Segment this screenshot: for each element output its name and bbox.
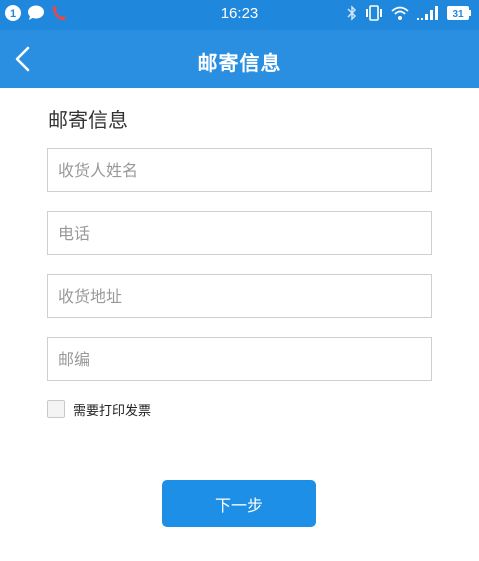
bluetooth-icon: [347, 5, 357, 25]
battery-level: 31: [452, 9, 464, 20]
phone-field-wrapper: [47, 211, 432, 255]
wifi-icon: [391, 5, 409, 25]
invoice-label: 需要打印发票: [73, 403, 152, 419]
next-button[interactable]: 下一步: [162, 480, 316, 527]
phone-input[interactable]: [48, 212, 431, 254]
page-title: 邮寄信息: [197, 51, 282, 75]
status-bar: 1 16:23 31: [0, 0, 479, 30]
recipient-name-input[interactable]: [48, 149, 431, 191]
invoice-option[interactable]: 需要打印发票: [47, 399, 151, 419]
address-input[interactable]: [48, 275, 431, 317]
signal-icon: [417, 5, 439, 25]
vibrate-icon: [365, 5, 383, 25]
status-right-icons: 31: [347, 5, 471, 25]
recipient-name-field-wrapper: [47, 148, 432, 192]
battery-icon: 31: [447, 5, 471, 25]
address-field-wrapper: [47, 274, 432, 318]
postcode-field-wrapper: [47, 337, 432, 381]
section-title: 邮寄信息: [48, 108, 128, 132]
header-bar: 邮寄信息: [0, 30, 479, 88]
postcode-input[interactable]: [48, 338, 431, 380]
invoice-checkbox[interactable]: [47, 400, 65, 418]
